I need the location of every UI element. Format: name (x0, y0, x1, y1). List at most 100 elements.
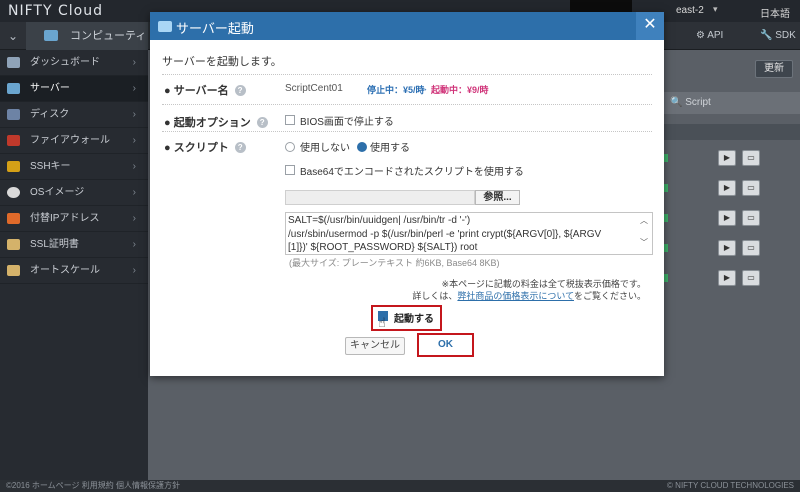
script-yes-radio[interactable] (357, 142, 367, 152)
bios-checkbox-label: BIOS画面で停止する (300, 117, 394, 128)
server-name-value: ScriptCent01 (285, 83, 343, 94)
os-image-icon (7, 187, 20, 198)
hand-cursor-icon: ☝ (378, 315, 386, 330)
chevron-right-icon: › (132, 187, 136, 198)
divider (162, 104, 652, 105)
caret-down-icon: ▾ (713, 4, 718, 14)
sidebar-item-os-image[interactable]: OSイメージ › (0, 180, 148, 206)
chevron-down-icon[interactable]: ⌄ (0, 22, 26, 50)
console-icon[interactable]: ▭ (742, 150, 760, 166)
dialog-title: サーバー起動 (176, 21, 254, 36)
certificate-icon (7, 239, 20, 250)
play-icon[interactable]: ▶ (718, 180, 736, 196)
arrow-right-icon: → (419, 83, 428, 93)
refresh-button[interactable]: 更新 (755, 60, 793, 78)
chevron-right-icon: › (132, 57, 136, 68)
help-icon[interactable]: ? (234, 85, 246, 96)
script-no-radio[interactable] (285, 142, 295, 152)
script-textarea[interactable]: SALT=$(/usr/bin/uuidgen| /usr/bin/tr -d … (285, 212, 653, 255)
nav-api-label: API (707, 30, 724, 41)
sidebar-item-ip-address[interactable]: 付替IPアドレス › (0, 206, 148, 232)
sidebar: ダッシュボード › サーバー › ディスク › ファイアウォール › SSHキー… (0, 50, 148, 492)
sidebar-item-label: ファイアウォール (30, 135, 110, 146)
server-start-dialog: サーバー起動 ✕ サーバーを起動します。 ● サーバー名? ScriptCent… (150, 12, 664, 376)
language-selector[interactable]: 日本語 (760, 5, 790, 20)
chevron-up-icon[interactable]: ︿ (640, 215, 648, 226)
table-header (662, 124, 800, 140)
nav-sdk-tab[interactable]: 🔧 SDK (760, 22, 796, 50)
boot-option-label-text: 起動オプション (173, 117, 251, 129)
console-icon[interactable]: ▭ (742, 180, 760, 196)
play-icon[interactable]: ▶ (718, 240, 736, 256)
sidebar-item-autoscale[interactable]: オートスケール › (0, 258, 148, 284)
sidebar-item-dashboard[interactable]: ダッシュボード › (0, 50, 148, 76)
nav-api-tab[interactable]: ⚙ API (696, 22, 723, 50)
footer-links: ©2016 ホームページ 利用規約 個人情報保護方針 (6, 481, 180, 490)
note-suffix: をご覧ください。 (573, 291, 646, 301)
nav-compute-tab[interactable]: コンピューティング (26, 22, 148, 70)
browse-button[interactable]: 参照... (475, 190, 520, 205)
sidebar-item-server[interactable]: サーバー › (0, 76, 148, 102)
nav-sdk-label: SDK (775, 30, 796, 41)
script-yes-label: 使用する (370, 143, 410, 154)
sidebar-item-disk[interactable]: ディスク › (0, 102, 148, 128)
pricing-policy-link[interactable]: 弊社商品の価格表示について (457, 291, 574, 301)
script-label-text: スクリプト (173, 142, 229, 154)
play-icon[interactable]: ▶ (718, 210, 736, 226)
sidebar-item-label: SSHキー (30, 161, 71, 172)
divider (162, 131, 652, 132)
base64-checkbox[interactable] (285, 165, 295, 175)
play-icon[interactable]: ▶ (718, 150, 736, 166)
script-file-field[interactable] (285, 190, 475, 205)
play-icon[interactable]: ▶ (718, 270, 736, 286)
dashboard-icon (7, 57, 20, 68)
price-running: 起動中：¥9/時 (431, 85, 489, 95)
chevron-right-icon: › (132, 213, 136, 224)
close-icon[interactable]: ✕ (636, 12, 664, 40)
chevron-right-icon: › (132, 161, 136, 172)
chevron-right-icon: › (132, 135, 136, 146)
ip-address-icon (7, 213, 20, 224)
chevron-right-icon: › (132, 265, 136, 276)
table-row[interactable]: ▶ ▭ (662, 268, 800, 290)
server-icon (158, 21, 172, 32)
note-prefix: 詳しくは、 (412, 291, 458, 301)
table-row[interactable]: ▶ ▭ (662, 148, 800, 170)
table-row[interactable]: ▶ ▭ (662, 178, 800, 200)
console-icon[interactable]: ▭ (742, 270, 760, 286)
script-label: ● スクリプト? (164, 139, 246, 155)
sidebar-item-label: ダッシュボード (30, 57, 100, 68)
autoscale-icon (7, 265, 20, 276)
chevron-down-icon[interactable]: ﹀ (640, 237, 648, 248)
ok-button[interactable]: OK (421, 337, 470, 353)
sidebar-item-ssl-certificate[interactable]: SSL証明書 › (0, 232, 148, 258)
help-icon[interactable]: ? (234, 142, 246, 153)
price-stopped: 停止中：¥5/時 (367, 85, 425, 95)
sidebar-item-label: サーバー (30, 83, 70, 94)
boot-option-label: ● 起動オプション? (164, 114, 268, 130)
search-value: Script (685, 97, 711, 108)
table-row[interactable]: ▶ ▭ (662, 208, 800, 230)
brand-logo: NIFTY Cloud (8, 3, 103, 19)
chevron-right-icon: › (132, 83, 136, 94)
sidebar-item-label: SSL証明書 (30, 239, 79, 250)
console-icon[interactable]: ▭ (742, 240, 760, 256)
region-selector[interactable]: east-2 (676, 5, 704, 16)
sidebar-item-ssh-key[interactable]: SSHキー › (0, 154, 148, 180)
script-no-label: 使用しない (300, 143, 350, 154)
sidebar-item-firewall[interactable]: ファイアウォール › (0, 128, 148, 154)
server-name-label: ● サーバー名? (164, 82, 246, 98)
chevron-right-icon: › (132, 109, 136, 120)
cancel-button[interactable]: キャンセル (345, 337, 405, 355)
script-size-hint: (最大サイズ: プレーンテキスト 約6KB, Base64 8KB) (289, 258, 500, 268)
console-icon[interactable]: ▭ (742, 210, 760, 226)
bios-checkbox[interactable] (285, 115, 295, 125)
dialog-header: サーバー起動 ✕ (150, 12, 664, 40)
sidebar-item-label: OSイメージ (30, 187, 85, 198)
help-icon[interactable]: ? (256, 117, 268, 128)
table-row[interactable]: ▶ ▭ (662, 238, 800, 260)
server-name-label-text: サーバー名 (173, 85, 229, 97)
search-input[interactable]: 🔍 Script (662, 92, 800, 114)
disk-icon (7, 109, 20, 120)
dialog-intro-text: サーバーを起動します。 (162, 56, 282, 68)
